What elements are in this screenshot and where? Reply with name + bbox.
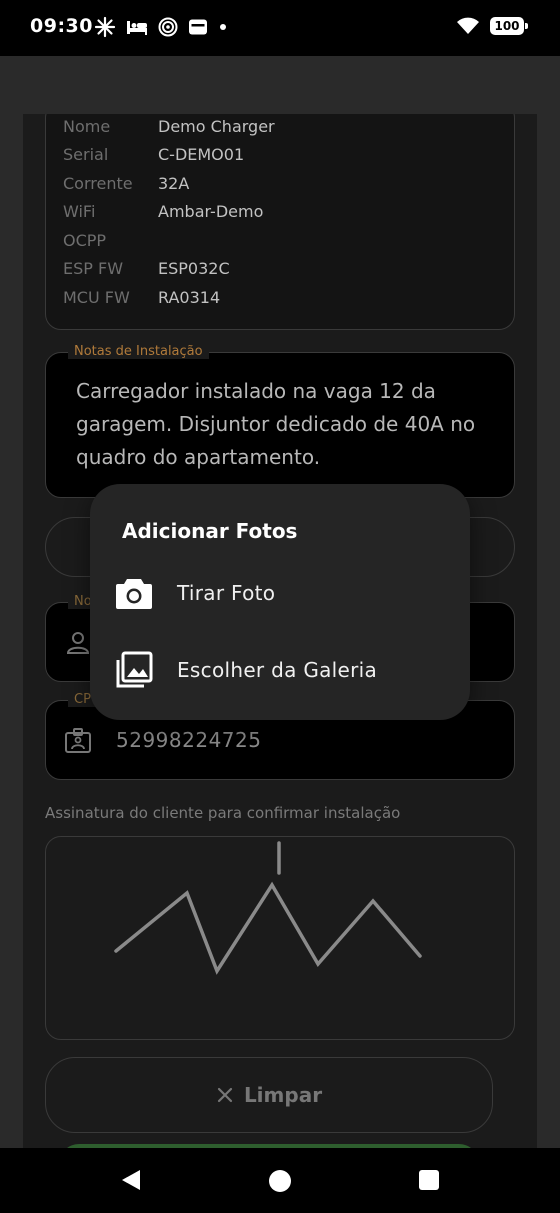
- choose-gallery-option[interactable]: Escolher da Galeria: [114, 643, 454, 697]
- cpf-field-value: 52998224725: [116, 728, 262, 752]
- person-icon: [66, 632, 90, 654]
- info-label: ESP FW: [63, 259, 124, 278]
- info-row-ocpp: OCPP: [63, 231, 158, 250]
- battery-icon: 100: [490, 17, 528, 35]
- scrim-right[interactable]: [537, 114, 560, 1148]
- choose-gallery-label: Escolher da Galeria: [177, 658, 378, 682]
- gallery-icon: [116, 651, 153, 688]
- popup-title: Adicionar Fotos: [122, 519, 298, 543]
- info-value: 32A: [158, 174, 190, 193]
- app-bar: [0, 56, 560, 114]
- bed-icon: [127, 21, 147, 35]
- info-label: Corrente: [63, 174, 133, 193]
- info-row-serial: Serial C-DEMO01: [63, 145, 244, 164]
- info-label: MCU FW: [63, 288, 130, 307]
- info-row-nome: Nome Demo Charger: [63, 117, 275, 136]
- scrim-left[interactable]: [0, 114, 23, 1148]
- card-icon: [189, 19, 207, 35]
- info-value: ESP032C: [158, 259, 230, 278]
- info-row-corrente: Corrente 32A: [63, 174, 189, 193]
- add-photos-menu: Adicionar Fotos Tirar Foto Escolher da G…: [90, 484, 470, 720]
- device-info-card: Nome Demo Charger Serial C-DEMO01 Corrente…: [45, 114, 515, 330]
- clear-button-label: Limpar: [243, 1083, 323, 1107]
- back-icon[interactable]: [119, 1168, 143, 1192]
- take-photo-option[interactable]: Tirar Foto: [114, 566, 454, 620]
- status-icons-left: [94, 16, 228, 38]
- status-time: 09:30: [30, 15, 93, 37]
- info-label: Serial: [63, 145, 109, 164]
- signature-pad[interactable]: [45, 836, 515, 1040]
- camera-icon: [116, 579, 152, 609]
- navigation-bar: [0, 1148, 560, 1213]
- id-card-icon: [65, 728, 91, 753]
- signature-drawing: [114, 841, 422, 975]
- info-value: RA0314: [158, 288, 221, 307]
- take-photo-label: Tirar Foto: [177, 581, 276, 605]
- installation-notes-field[interactable]: Notas de Instalação Carregador instalado…: [45, 344, 515, 498]
- signature-label: Assinatura do cliente para confirmar ins…: [45, 804, 401, 822]
- info-label: OCPP: [63, 231, 107, 250]
- battery-level: 100: [494, 19, 520, 33]
- wifi-icon: [457, 17, 479, 34]
- info-row-mcu-fw: MCU FW RA0314: [63, 288, 220, 307]
- home-icon[interactable]: [268, 1169, 292, 1193]
- info-label: Nome: [63, 117, 111, 136]
- info-row-wifi: WiFi Ambar-Demo: [63, 202, 263, 221]
- notes-text: Carregador instalado na vaga 12 da garag…: [76, 379, 476, 469]
- sparkle-icon: [94, 16, 116, 38]
- recents-icon[interactable]: [418, 1169, 440, 1191]
- dot-icon: [220, 24, 226, 30]
- info-value: Demo Charger: [158, 117, 275, 136]
- close-icon: [217, 1087, 233, 1103]
- info-row-esp-fw: ESP FW ESP032C: [63, 259, 230, 278]
- notes-label: Notas de Instalação: [68, 344, 209, 359]
- status-bar: 09:30 100: [0, 0, 560, 56]
- info-label: WiFi: [63, 202, 96, 221]
- info-value: Ambar-Demo: [158, 202, 264, 221]
- info-value: C-DEMO01: [158, 145, 245, 164]
- status-icons-right: 100: [456, 16, 528, 36]
- radar-icon: [158, 17, 178, 37]
- clear-signature-button[interactable]: Limpar: [45, 1057, 493, 1133]
